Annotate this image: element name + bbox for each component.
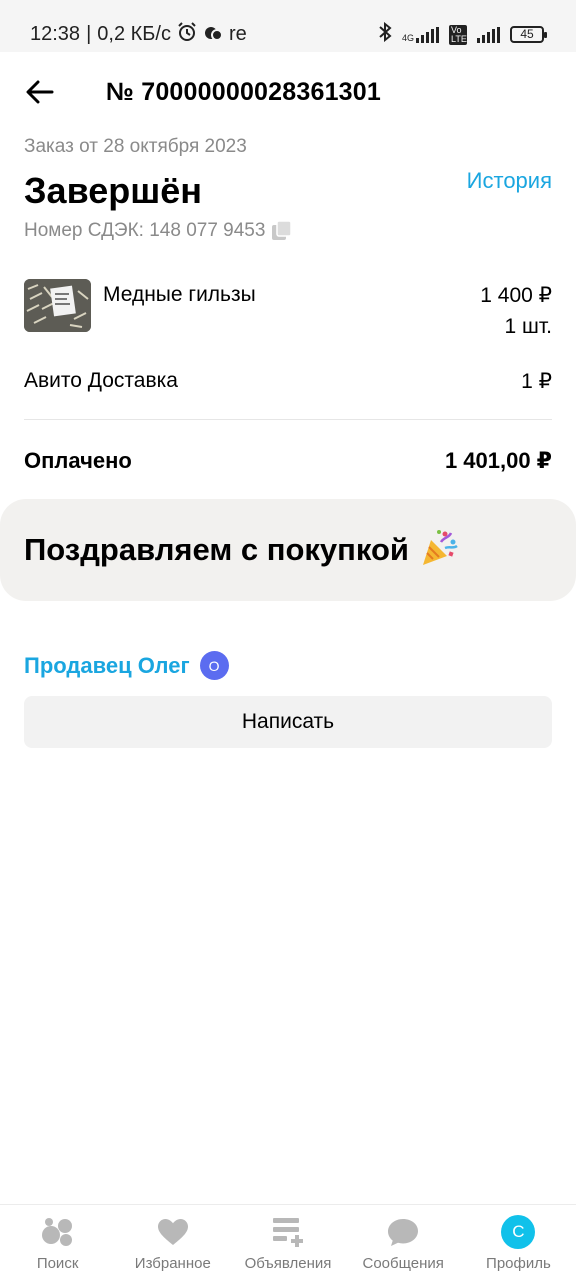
item-name[interactable]: Медные гильзы xyxy=(103,283,256,307)
nav-label-profile: Профиль xyxy=(486,1255,551,1272)
nav-search[interactable]: Поиск xyxy=(0,1205,115,1280)
status-separator: | xyxy=(86,23,92,45)
signal-bars-2 xyxy=(477,26,500,43)
item-price: 1 400 ₽ xyxy=(480,284,552,307)
alarm-icon xyxy=(177,22,197,47)
order-number-title: № 70000000028361301 xyxy=(106,78,381,106)
item-thumbnail[interactable] xyxy=(24,279,91,332)
seller-avatar[interactable]: О xyxy=(199,651,229,680)
nav-messages[interactable]: Сообщения xyxy=(346,1205,461,1280)
copy-icon[interactable] xyxy=(271,220,293,242)
order-date: Заказ от 28 октября 2023 xyxy=(24,136,247,157)
delivery-label: Авито Доставка xyxy=(24,369,178,392)
order-status: Завершён xyxy=(24,170,203,211)
top-app-bar: № 70000000028361301 xyxy=(0,52,576,134)
seller-row: Продавец Олег О xyxy=(24,651,229,680)
status-time: 12:38 xyxy=(30,23,81,45)
cdek-number-row: Номер СДЭК: 148 077 9453 xyxy=(24,220,293,242)
nav-label-search: Поиск xyxy=(36,1255,79,1272)
nav-label-listings: Объявления xyxy=(244,1255,332,1272)
status-bar: 12:38 | 0,2 КБ/с re 4G Vo LTE 45 xyxy=(0,0,576,52)
nav-label-favorites: Избранное xyxy=(134,1255,211,1272)
nav-listings[interactable]: Объявления xyxy=(230,1205,345,1280)
status-bar-right: 4G Vo LTE 45 xyxy=(378,21,547,47)
arrow-left-icon xyxy=(26,80,54,104)
nav-favorites[interactable]: Избранное xyxy=(115,1205,230,1280)
nav-label-messages: Сообщения xyxy=(362,1255,444,1272)
bottom-navigation: Поиск Избранное Объявления Сообщения С П… xyxy=(0,1204,576,1280)
listing-add-icon xyxy=(270,1215,306,1249)
volte-label: Vo LTE xyxy=(451,24,467,44)
paid-label: Оплачено xyxy=(24,448,132,473)
status-bar-left: 12:38 | 0,2 КБ/с re xyxy=(30,22,247,47)
nav-profile[interactable]: С Профиль xyxy=(461,1205,576,1280)
profile-avatar: С xyxy=(501,1215,536,1249)
history-link[interactable]: История xyxy=(467,168,552,194)
search-bubbles-icon xyxy=(40,1215,76,1249)
chat-bubble-icon xyxy=(385,1215,421,1249)
signal-4g-icon: 4G xyxy=(401,26,439,43)
congrats-banner: Поздравляем с покупкой xyxy=(0,499,576,601)
party-popper-icon xyxy=(419,528,459,573)
write-message-button[interactable]: Написать xyxy=(24,696,552,748)
delivery-price: 1 ₽ xyxy=(521,370,552,393)
signal-bars xyxy=(416,26,439,43)
network-type-label: 4G xyxy=(401,32,414,43)
paid-total: 1 401,00 ₽ xyxy=(444,448,552,473)
heart-icon xyxy=(155,1215,191,1249)
bluetooth-icon xyxy=(378,21,392,47)
profile-avatar-wrap: С xyxy=(500,1215,536,1249)
status-carrier-text: re xyxy=(228,23,247,45)
congrats-text: Поздравляем с покупкой xyxy=(24,532,409,567)
volte-icon: Vo LTE xyxy=(449,24,467,45)
app-notification-icon xyxy=(203,22,223,47)
cdek-number: Номер СДЭК: 148 077 9453 xyxy=(24,220,266,241)
item-quantity: 1 шт. xyxy=(504,315,553,338)
seller-name[interactable]: Продавец Олег xyxy=(24,653,190,679)
battery-icon: 45 xyxy=(510,26,547,43)
status-speed: 0,2 КБ/с xyxy=(97,23,171,45)
divider xyxy=(24,419,552,420)
back-button[interactable] xyxy=(22,74,58,110)
